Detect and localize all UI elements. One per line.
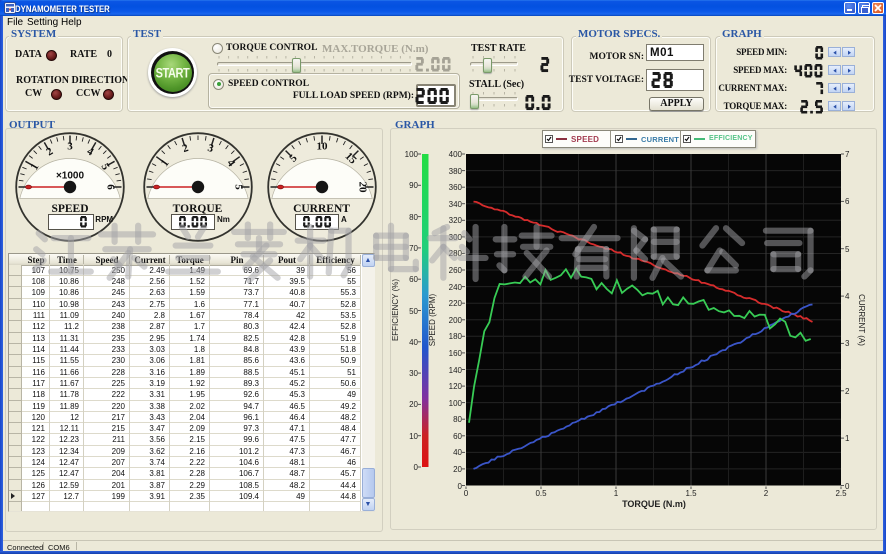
svg-text:20: 20 [356,182,368,194]
svg-text:6: 6 [105,184,117,190]
svg-text:×1000: ×1000 [56,171,85,182]
svg-text:10: 10 [316,141,328,153]
svg-text:3: 3 [67,141,73,153]
svg-text:5: 5 [232,184,244,190]
